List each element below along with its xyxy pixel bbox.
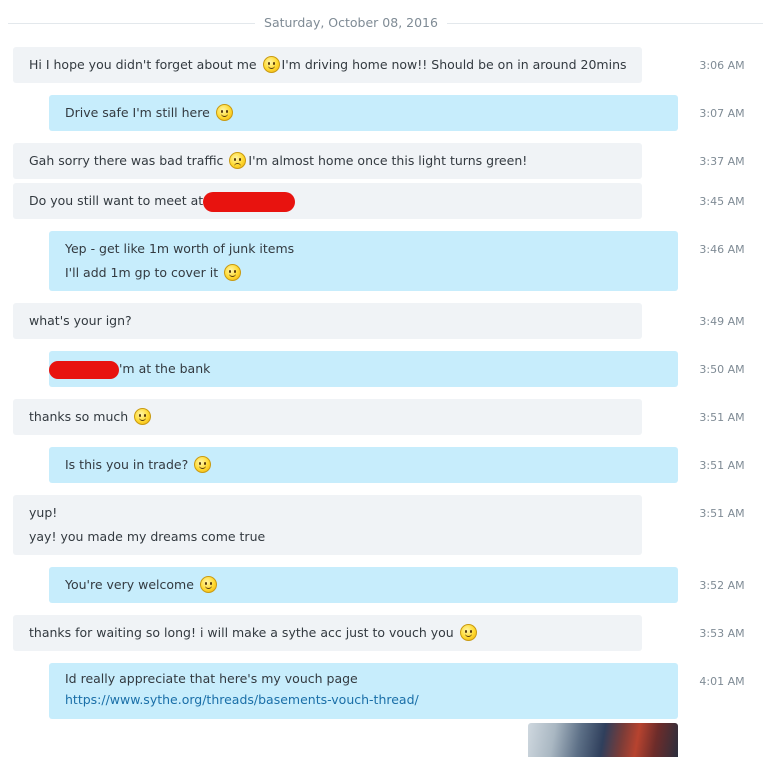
message-text: yup! bbox=[29, 505, 58, 520]
smile-emoji-icon bbox=[224, 264, 242, 281]
vouch-thread-link[interactable]: https://www.sythe.org/threads/basements-… bbox=[65, 690, 662, 712]
message-bubble-outgoing[interactable]: Yep - get like 1m worth of junk items I'… bbox=[49, 231, 678, 291]
message-text: You're very welcome bbox=[65, 573, 662, 597]
message-text: Gah sorry there was bad traffic I'm almo… bbox=[29, 152, 528, 169]
smile-emoji-icon bbox=[199, 576, 217, 593]
message-text: Is this you in trade? bbox=[65, 453, 662, 477]
message-timestamp: 3:06 AM bbox=[699, 59, 745, 72]
message-text: what's your ign? bbox=[29, 313, 132, 328]
image-attachment-thumbnail[interactable] bbox=[528, 723, 678, 757]
message-text: 'm at the bank bbox=[49, 357, 662, 381]
message-timestamp: 3:50 AM bbox=[699, 363, 745, 376]
message-text: Do you still want to meet at bbox=[29, 189, 626, 213]
message-timestamp: 3:46 AM bbox=[699, 243, 745, 256]
message-text: I'll add 1m gp to cover it bbox=[65, 261, 662, 285]
message-bubble-incoming[interactable]: Gah sorry there was bad traffic I'm almo… bbox=[13, 143, 642, 179]
message-timestamp: 3:51 AM bbox=[699, 459, 745, 472]
message-text: thanks for waiting so long! i will make … bbox=[29, 621, 626, 645]
message-text: thanks so much bbox=[29, 405, 626, 429]
message-timestamp: 4:01 AM bbox=[699, 675, 745, 688]
message-bubble-outgoing[interactable]: 'm at the bank bbox=[49, 351, 678, 387]
message-timestamp: 3:53 AM bbox=[699, 627, 745, 640]
message-bubble-incoming[interactable]: what's your ign? bbox=[13, 303, 642, 339]
date-label: Saturday, October 08, 2016 bbox=[264, 15, 438, 30]
message-text: yay! you made my dreams come true bbox=[29, 529, 266, 544]
message-bubble-outgoing[interactable]: Is this you in trade? bbox=[49, 447, 678, 483]
redaction-mark bbox=[49, 360, 119, 379]
message-timestamp: 3:37 AM bbox=[699, 155, 745, 168]
message-text: Id really appreciate that here's my vouc… bbox=[65, 671, 358, 686]
smile-emoji-icon bbox=[194, 456, 212, 473]
message-timestamp: 3:45 AM bbox=[699, 195, 745, 208]
separator-line-right bbox=[447, 23, 763, 24]
message-timestamp: 3:51 AM bbox=[699, 411, 745, 424]
message-timestamp: 3:49 AM bbox=[699, 315, 745, 328]
smile-emoji-icon bbox=[134, 408, 152, 425]
message-bubble-outgoing[interactable]: You're very welcome bbox=[49, 567, 678, 603]
message-text: Yep - get like 1m worth of junk items bbox=[65, 241, 295, 256]
message-bubble-incoming[interactable]: Do you still want to meet at bbox=[13, 183, 642, 219]
smile-emoji-icon bbox=[215, 104, 233, 121]
message-bubble-outgoing[interactable]: Id really appreciate that here's my vouc… bbox=[49, 663, 678, 719]
redaction-mark bbox=[203, 191, 296, 212]
message-bubble-incoming[interactable]: thanks so much bbox=[13, 399, 642, 435]
message-bubble-incoming[interactable]: Hi I hope you didn't forget about me I'm… bbox=[13, 47, 642, 83]
sad-emoji-icon bbox=[229, 152, 247, 169]
message-timestamp: 3:52 AM bbox=[699, 579, 745, 592]
date-separator: Saturday, October 08, 2016 bbox=[0, 0, 771, 48]
message-text: Hi I hope you didn't forget about me I'm… bbox=[29, 56, 627, 73]
message-timestamp: 3:51 AM bbox=[699, 507, 745, 520]
message-text: Drive safe I'm still here bbox=[65, 101, 662, 125]
message-timestamp: 3:07 AM bbox=[699, 107, 745, 120]
smile-emoji-icon bbox=[262, 56, 280, 73]
message-bubble-incoming[interactable]: yup! yay! you made my dreams come true bbox=[13, 495, 642, 555]
message-bubble-incoming[interactable]: thanks for waiting so long! i will make … bbox=[13, 615, 642, 651]
smile-emoji-icon bbox=[459, 624, 477, 641]
message-bubble-outgoing[interactable]: Drive safe I'm still here bbox=[49, 95, 678, 131]
separator-line-left bbox=[8, 23, 255, 24]
